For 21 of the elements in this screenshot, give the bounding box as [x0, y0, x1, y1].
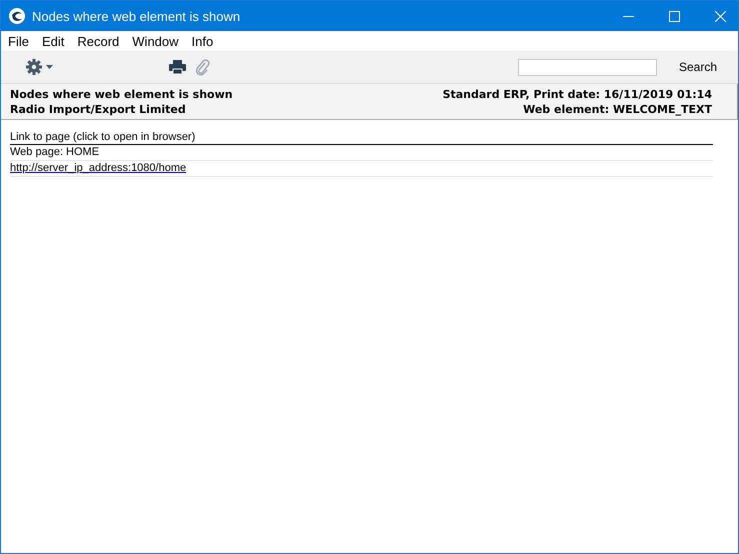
column-heading: Link to page (click to open in browser) — [10, 130, 713, 145]
search-button[interactable]: Search — [674, 58, 721, 76]
window-title: Nodes where web element is shown — [32, 8, 240, 24]
maximize-icon[interactable] — [669, 10, 680, 22]
app-logo-icon — [8, 7, 26, 25]
close-icon[interactable] — [715, 10, 726, 22]
menu-item[interactable]: Record — [70, 34, 126, 48]
menu-item[interactable]: Edit — [34, 34, 70, 48]
menu-item[interactable]: File — [1, 34, 35, 48]
row-text: Web page: HOME — [10, 146, 100, 158]
gear-icon[interactable] — [26, 59, 56, 75]
menu-item[interactable]: Info — [184, 34, 220, 48]
search-field[interactable] — [518, 58, 657, 76]
header-text: Radio Import/Export Limited — [10, 102, 187, 116]
header-text: Standard ERP, Print date: 16/11/2019 01:14 — [442, 86, 712, 102]
url-link[interactable]: http://server_ip_address:1080/home — [10, 162, 186, 174]
menu-item[interactable]: Window — [125, 34, 185, 48]
header-text: Nodes where web element is shown — [10, 86, 233, 102]
paperclip-icon[interactable] — [196, 58, 210, 76]
header-text: Web element: WELCOME_TEXT — [523, 102, 712, 116]
printer-icon[interactable] — [169, 60, 186, 74]
